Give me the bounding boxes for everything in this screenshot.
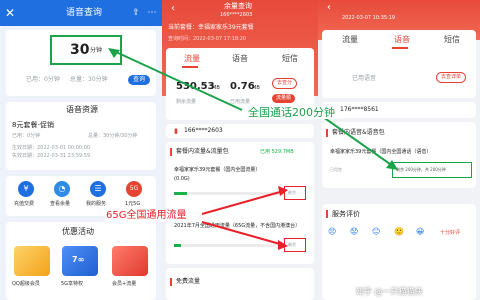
arrow-head-item2 — [278, 240, 288, 250]
annotation-65g: 65G全国通用流量 — [104, 210, 189, 222]
screenshot-canvas: ✕ 语音查询 ⇪ ⋯ 30 分钟 已用：0分钟 总量：30分钟 查询 语音资源 … — [0, 0, 480, 300]
arrow-head-item1 — [278, 186, 288, 196]
arrow-line-to-item1 — [201, 191, 281, 215]
arrow-line-to-minutes — [315, 111, 391, 165]
arrow-line-to-voice-card — [115, 51, 243, 111]
arrow-line-to-item2 — [201, 221, 281, 245]
annotation-arrows — [108, 48, 398, 250]
annotation-voice-200: 全国通话200分钟 — [246, 106, 337, 119]
watermark: 知乎 @一只猫猫侠 — [356, 287, 423, 296]
